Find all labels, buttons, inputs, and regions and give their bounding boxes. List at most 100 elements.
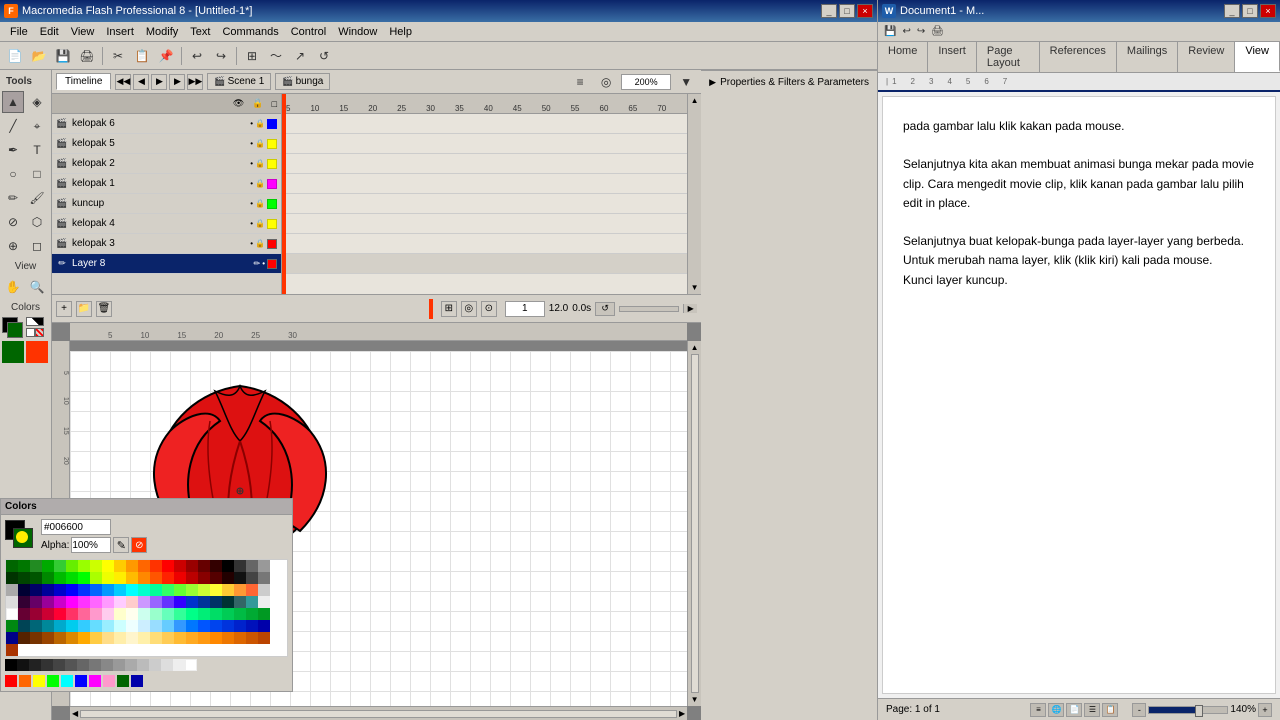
color-cell[interactable] [102,608,114,620]
color-cell[interactable] [102,596,114,608]
color-cell[interactable] [126,596,138,608]
color-cell[interactable] [138,632,150,644]
gray-cell[interactable] [173,659,185,671]
color-cell[interactable] [66,596,78,608]
color-cell[interactable] [54,596,66,608]
snap-button[interactable]: ⊞ [241,45,263,67]
gray-cell[interactable] [101,659,113,671]
cut-button[interactable]: ✂ [107,45,129,67]
print-view-btn[interactable]: 📄 [1066,703,1082,717]
timeline-tab[interactable]: Timeline [56,73,111,90]
color-cell[interactable] [186,608,198,620]
color-cell[interactable] [174,608,186,620]
color-cell[interactable] [66,608,78,620]
color-cell[interactable] [114,632,126,644]
timeline-vscrollbar[interactable]: ▲ ▼ [687,94,701,294]
zoom-slider[interactable] [1148,706,1228,714]
color-cell[interactable] [90,596,102,608]
color-cell[interactable] [234,584,246,596]
color-cell[interactable] [186,596,198,608]
brush-tool[interactable]: 🖌 [26,187,48,209]
color-cell[interactable] [162,632,174,644]
scrubber[interactable] [619,306,679,312]
color-cell[interactable] [174,560,186,572]
layer-kelopak2[interactable]: 🎬 kelopak 2 • 🔒 [52,154,281,174]
color-cell[interactable] [234,560,246,572]
fill-color-btn[interactable] [2,341,24,363]
undo-button[interactable]: ↩ [186,45,208,67]
redo-button[interactable]: ↪ [210,45,232,67]
color-cell[interactable] [90,560,102,572]
special-cell[interactable] [61,675,73,687]
reset-colors[interactable] [26,317,44,326]
scroll-right-btn[interactable]: ▶ [677,709,687,718]
lasso-tool[interactable]: ⌖ [26,115,48,137]
color-cell[interactable] [198,620,210,632]
alpha-input[interactable]: 100% [71,537,111,553]
properties-bar[interactable]: ▶ Properties & Filters & Parameters [701,70,877,94]
ink-bottle-tool[interactable]: ⊘ [2,211,24,233]
step-forward[interactable]: ▶ [169,74,185,90]
color-cell[interactable] [78,632,90,644]
stroke-color-swatch[interactable] [2,317,24,339]
draft-view-btn[interactable]: 📋 [1102,703,1118,717]
color-cell[interactable] [78,572,90,584]
expand-timeline-btn[interactable]: ▶ [683,304,697,313]
color-cell[interactable] [246,584,258,596]
color-cell[interactable] [150,572,162,584]
timeline-menu-btn[interactable]: ≡ [569,71,591,93]
menu-edit[interactable]: Edit [34,24,65,40]
color-cell[interactable] [174,572,186,584]
color-cell[interactable] [102,560,114,572]
word-content[interactable]: pada gambar lalu klik kakan pada mouse. … [882,96,1276,694]
color-cell[interactable] [186,584,198,596]
color-cell[interactable] [234,608,246,620]
tab-pagelayout[interactable]: Page Layout [977,42,1040,72]
color-cell[interactable] [150,620,162,632]
word-close[interactable]: × [1260,4,1276,18]
layer-kelopak4[interactable]: 🎬 kelopak 4 • 🔒 [52,214,281,234]
color-cell[interactable] [102,620,114,632]
color-cell[interactable] [138,584,150,596]
straighten-button[interactable]: ↗ [289,45,311,67]
color-cell[interactable] [198,608,210,620]
save-button[interactable]: 💾 [52,45,74,67]
color-cell[interactable] [66,632,78,644]
color-cell[interactable] [114,584,126,596]
color-cell[interactable] [246,620,258,632]
color-cell[interactable] [102,584,114,596]
menu-window[interactable]: Window [332,24,383,40]
stroke-color-btn[interactable] [26,341,48,363]
color-cell[interactable] [150,560,162,572]
color-cell[interactable] [150,584,162,596]
color-cell[interactable] [162,584,174,596]
color-cell[interactable] [234,596,246,608]
color-cell[interactable] [78,584,90,596]
v-scrollbar[interactable]: ▲ ▼ [687,341,701,706]
color-cell[interactable] [162,596,174,608]
h-scrollbar[interactable]: ◀ ▶ [70,706,687,720]
color-cell[interactable] [66,572,78,584]
select-tool[interactable]: ▲ [2,91,24,113]
color-cell[interactable] [138,572,150,584]
rotate-button[interactable]: ↺ [313,45,335,67]
play-button[interactable]: ▶ [151,74,167,90]
menu-text[interactable]: Text [184,24,216,40]
no-color-btn[interactable]: ⊘ [131,537,147,553]
color-cell[interactable] [150,632,162,644]
color-cell[interactable] [222,632,234,644]
color-cell[interactable] [162,572,174,584]
color-cell[interactable] [210,584,222,596]
pen-tool[interactable]: ✒ [2,139,24,161]
subselect-tool[interactable]: ◈ [26,91,48,113]
color-cell[interactable] [186,572,198,584]
color-cell[interactable] [78,608,90,620]
color-cell[interactable] [138,620,150,632]
color-cell[interactable] [54,572,66,584]
color-cell[interactable] [258,608,270,620]
color-cell[interactable] [210,560,222,572]
tab-mailings[interactable]: Mailings [1117,42,1178,72]
gray-cell[interactable] [77,659,89,671]
color-cell[interactable] [66,560,78,572]
color-cell[interactable] [126,560,138,572]
